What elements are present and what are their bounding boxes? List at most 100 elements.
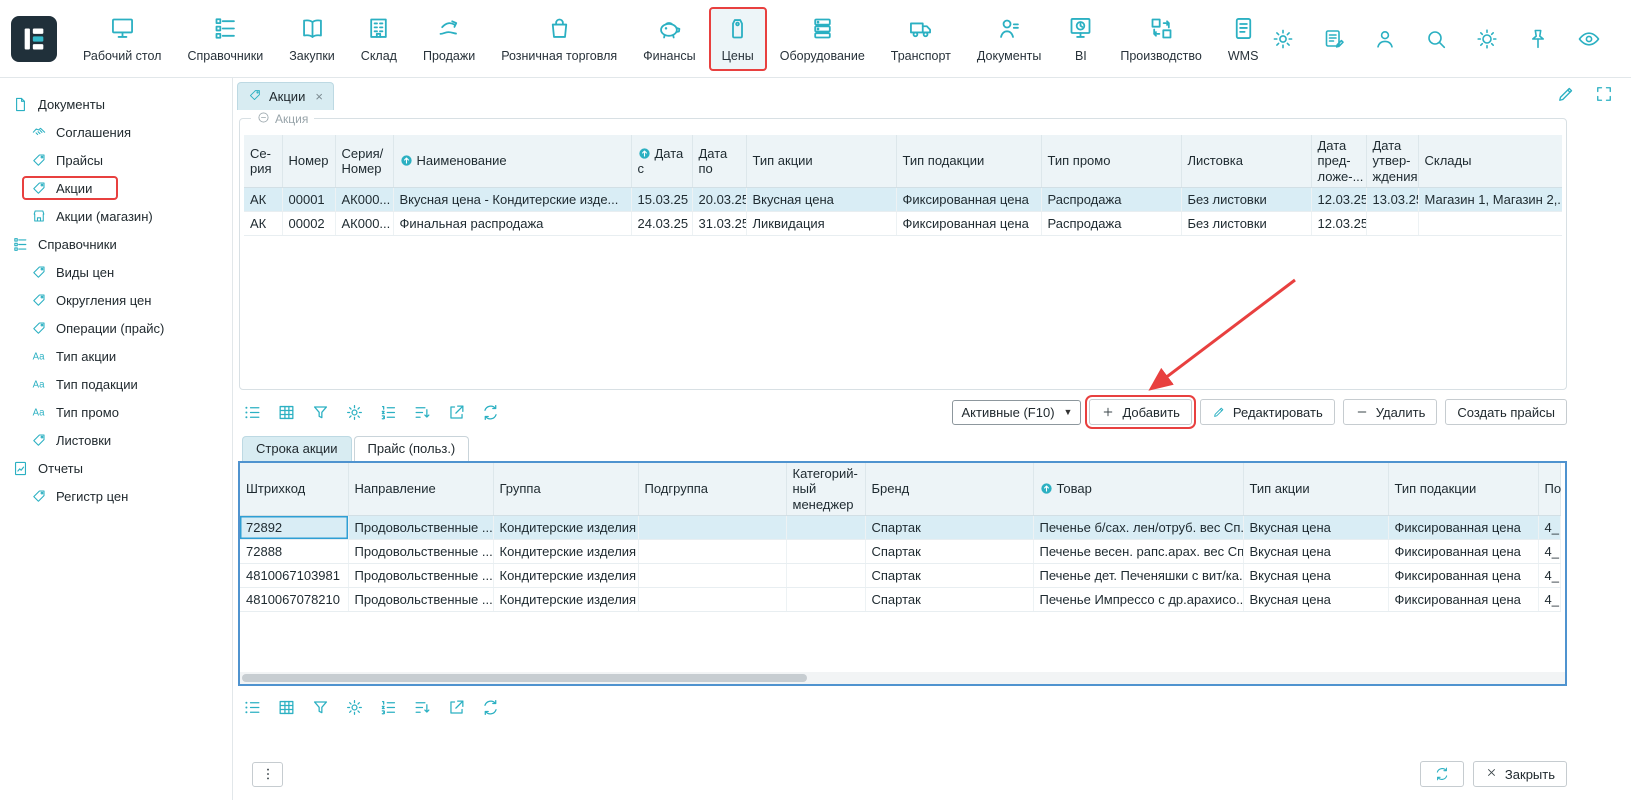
column-header[interactable]: Дата по <box>692 135 746 187</box>
column-header[interactable]: Штрихкод <box>240 463 348 515</box>
table-cell[interactable]: АК000... <box>335 187 393 211</box>
table-cell[interactable]: Вкусная цена <box>1243 563 1388 587</box>
table-cell[interactable]: 12.03.25 <box>1311 211 1366 235</box>
table-cell[interactable]: Вкусная цена <box>1243 587 1388 611</box>
table-cell[interactable]: Фиксированная цена <box>1388 539 1538 563</box>
reload-button[interactable] <box>481 698 500 717</box>
sidebar-item-pricelists[interactable]: Прайсы <box>0 146 232 174</box>
eye-button[interactable] <box>1577 27 1601 51</box>
table-cell[interactable] <box>1418 211 1562 235</box>
column-header[interactable]: Номер <box>282 135 335 187</box>
table-cell[interactable]: 00002 <box>282 211 335 235</box>
column-header[interactable]: Тип подакции <box>896 135 1041 187</box>
nav-item-retail[interactable]: Розничная торговля <box>488 7 630 71</box>
table-cell[interactable]: Вкусная цена <box>1243 515 1388 539</box>
table-cell[interactable]: 20.03.25 <box>692 187 746 211</box>
sidebar-section-documents[interactable]: Документы <box>0 90 232 118</box>
rows-button[interactable] <box>243 403 262 422</box>
rows-button[interactable] <box>243 698 262 717</box>
table-cell[interactable]: Фиксированная цена <box>1388 515 1538 539</box>
tab-price-user[interactable]: Прайс (польз.) <box>354 436 470 461</box>
table-cell[interactable]: 12.03.25 <box>1311 187 1366 211</box>
sidebar-item-price-operations[interactable]: Операции (прайс) <box>0 314 232 342</box>
create-prices-button[interactable]: Создать прайсы <box>1445 399 1567 425</box>
table-cell[interactable]: Кондитерские изделия <box>493 515 638 539</box>
sort-lines-button[interactable] <box>413 403 432 422</box>
export-button[interactable] <box>447 403 466 422</box>
nav-item-desktop[interactable]: Рабочий стол <box>70 7 174 71</box>
reload-button[interactable] <box>481 403 500 422</box>
filter-select[interactable]: Активные (F10) ▼ <box>952 400 1081 425</box>
table-cell[interactable]: Фиксированная цена <box>1388 563 1538 587</box>
table-row[interactable]: АК00001АК000...Вкусная цена - Кондитерск… <box>244 187 1562 211</box>
table-cell[interactable]: Вкусная цена <box>1243 539 1388 563</box>
table-cell[interactable]: 15.03.25 <box>631 187 692 211</box>
column-header[interactable]: Подгруппа <box>638 463 786 515</box>
table-cell[interactable]: Финальная распродажа <box>393 211 631 235</box>
table-cell[interactable]: 13.03.25 <box>1366 187 1418 211</box>
nav-item-catalogs[interactable]: Справочники <box>174 7 276 71</box>
table-cell[interactable] <box>786 515 865 539</box>
table-cell[interactable] <box>786 539 865 563</box>
funnel-button[interactable] <box>311 403 330 422</box>
table-cell[interactable]: Продовольственные ... <box>348 563 493 587</box>
table-cell[interactable]: 4_П <box>1538 515 1560 539</box>
table-cell[interactable]: Распродажа <box>1041 187 1181 211</box>
nav-item-documents[interactable]: Документы <box>964 7 1054 71</box>
app-logo[interactable] <box>11 16 57 62</box>
table-cell[interactable] <box>638 587 786 611</box>
settings-button[interactable] <box>1271 27 1295 51</box>
column-header[interactable]: Товар <box>1033 463 1243 515</box>
tab-close-icon[interactable]: × <box>315 89 323 104</box>
table-cell[interactable] <box>786 587 865 611</box>
scrollbar-thumb[interactable] <box>242 674 807 682</box>
nav-item-transport[interactable]: Транспорт <box>878 7 964 71</box>
column-header[interactable]: По <box>1538 463 1560 515</box>
grid-button[interactable] <box>277 698 296 717</box>
sidebar-item-promo-kind[interactable]: AaТип промо <box>0 398 232 426</box>
table-cell[interactable]: Печенье дет. Печеняшки с вит/ка... <box>1033 563 1243 587</box>
sidebar-item-agreements[interactable]: Соглашения <box>0 118 232 146</box>
delete-button[interactable]: Удалить <box>1343 399 1438 425</box>
column-header[interactable]: Тип подакции <box>1388 463 1538 515</box>
table-cell[interactable]: АК000... <box>335 211 393 235</box>
table-cell[interactable]: Фиксированная цена <box>896 211 1041 235</box>
edit-form-button[interactable] <box>1556 84 1576 104</box>
table-cell[interactable]: Печенье весен. рапс.арах. вес Сп... <box>1033 539 1243 563</box>
column-header[interactable]: Склады <box>1418 135 1562 187</box>
funnel-button[interactable] <box>311 698 330 717</box>
column-header[interactable]: Серия/ Номер <box>335 135 393 187</box>
table-cell[interactable]: Спартак <box>865 539 1033 563</box>
fullscreen-button[interactable] <box>1594 84 1614 104</box>
feedback-button[interactable] <box>1322 27 1346 51</box>
numbered-list-button[interactable] <box>379 403 398 422</box>
table-cell[interactable]: Печенье Импрессо с др.арахисо... <box>1033 587 1243 611</box>
table-cell[interactable] <box>1366 211 1418 235</box>
grid-button[interactable] <box>277 403 296 422</box>
table-cell[interactable] <box>638 539 786 563</box>
export-button[interactable] <box>447 698 466 717</box>
edit-button[interactable]: Редактировать <box>1200 399 1335 425</box>
pin-button[interactable] <box>1526 27 1550 51</box>
column-header[interactable]: Бренд <box>865 463 1033 515</box>
table-cell[interactable]: 4_П <box>1538 587 1560 611</box>
column-header[interactable]: Дата пред- ложе-... <box>1311 135 1366 187</box>
sidebar-item-price-types[interactable]: Виды цен <box>0 258 232 286</box>
table-cell[interactable]: Печенье б/сах. лен/отруб. вес Сп... <box>1033 515 1243 539</box>
table-cell[interactable]: Ликвидация <box>746 211 896 235</box>
tab-promo-line[interactable]: Строка акции <box>242 436 352 461</box>
sidebar-item-promos[interactable]: Акции <box>0 174 232 202</box>
table-cell[interactable]: 4_П <box>1538 539 1560 563</box>
table-row[interactable]: 4810067078210Продовольственные ...Кондит… <box>240 587 1560 611</box>
menu-button[interactable] <box>252 762 283 787</box>
column-header[interactable]: Тип акции <box>746 135 896 187</box>
nav-item-bi[interactable]: BI <box>1054 7 1107 71</box>
nav-item-finance[interactable]: Финансы <box>630 7 708 71</box>
sort-lines-button[interactable] <box>413 698 432 717</box>
nav-item-warehouse[interactable]: Склад <box>348 7 410 71</box>
sidebar-item-subpromo-type[interactable]: AaТип подакции <box>0 370 232 398</box>
horizontal-scrollbar[interactable] <box>240 672 1565 684</box>
table-cell[interactable]: Без листовки <box>1181 211 1311 235</box>
table-cell[interactable]: Продовольственные ... <box>348 587 493 611</box>
column-header[interactable]: Наименование <box>393 135 631 187</box>
